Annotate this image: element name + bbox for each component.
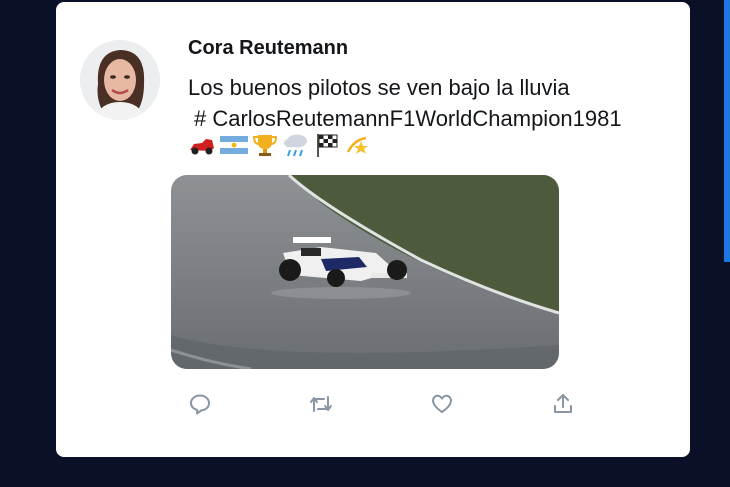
dizzy-star-icon bbox=[344, 132, 372, 158]
avatar[interactable] bbox=[80, 40, 160, 120]
rain-cloud-icon bbox=[282, 132, 310, 158]
retweet-icon[interactable] bbox=[305, 388, 337, 420]
author-name[interactable]: Cora Reutemann bbox=[188, 37, 348, 60]
tweet-card: Cora Reutemann Los buenos pilotos se ven… bbox=[56, 2, 690, 457]
like-icon[interactable] bbox=[426, 388, 458, 420]
video-thumbnail[interactable] bbox=[171, 175, 559, 369]
tweet-actions bbox=[56, 388, 690, 420]
emoji-row bbox=[188, 130, 372, 160]
race-car-icon bbox=[188, 134, 216, 156]
checkered-flag-icon bbox=[314, 132, 340, 158]
trophy-icon bbox=[252, 132, 278, 158]
reply-icon[interactable] bbox=[184, 388, 216, 420]
tweet-text: Los buenos pilotos se ven bajo la lluvia… bbox=[188, 72, 622, 134]
argentina-flag-icon bbox=[220, 134, 248, 156]
share-icon[interactable] bbox=[547, 388, 579, 420]
tweet-body: Los buenos pilotos se ven bajo la lluvia bbox=[188, 75, 570, 100]
blue-accent-edge bbox=[724, 0, 730, 262]
